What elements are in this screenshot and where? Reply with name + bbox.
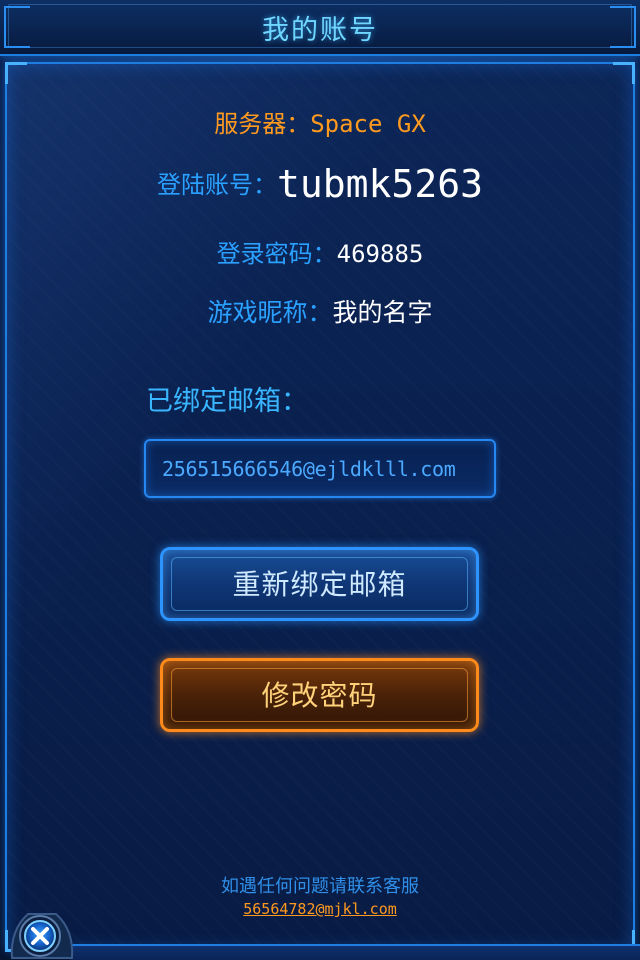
bound-email-label: 已绑定邮箱： [146,386,308,417]
change-password-button[interactable]: 修改密码 [160,658,479,732]
panel-corner-decoration [613,62,635,84]
password-row: 登录密码：469885 [0,234,640,269]
page-title: 我的账号 [262,15,378,46]
rebind-email-button[interactable]: 重新绑定邮箱 [160,547,479,621]
account-value: tubmk5263 [277,162,483,206]
close-button[interactable] [6,900,78,960]
bound-email-value: 256515666546@ejldklll.com [162,457,456,481]
close-x-icon [10,913,74,959]
server-row: 服务器：Space GX [0,104,640,139]
account-label: 登陆账号： [157,171,278,199]
service-email-link[interactable]: 56564782@mjkl.com [0,900,640,918]
bound-email-field[interactable]: 256515666546@ejldklll.com [144,439,496,498]
account-row: 登陆账号：tubmk5263 [0,162,640,206]
password-value: 469885 [336,240,424,268]
help-text: 如遇任何问题请联系客服 [221,876,419,897]
nickname-label: 游戏昵称： [207,298,333,327]
panel-corner-decoration [5,62,27,84]
account-screen: 我的账号 服务器：Space GX 登陆账号：tubmk5263 登录密码：46… [0,0,640,960]
server-value: Space GX [310,110,426,138]
nickname-value: 我的名字 [332,298,433,327]
nickname-row: 游戏昵称：我的名字 [0,293,640,329]
server-label: 服务器： [214,110,311,138]
bottom-frame-bar [70,944,640,960]
header-bar: 我的账号 [0,0,640,56]
password-label: 登录密码： [216,240,337,268]
